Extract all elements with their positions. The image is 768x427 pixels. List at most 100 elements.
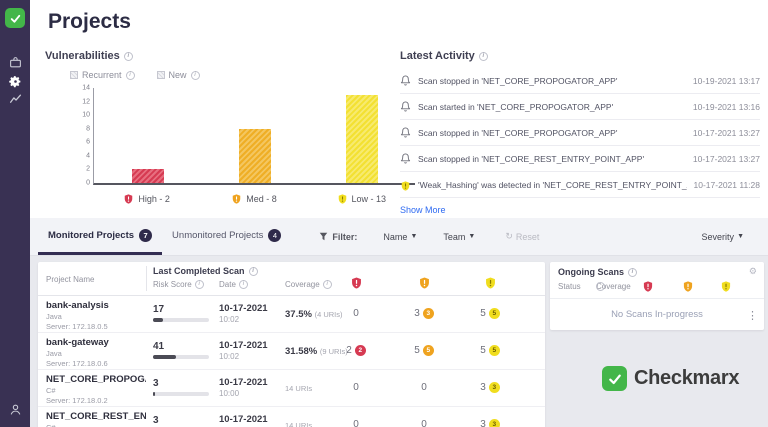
severity-badge: 3 <box>422 308 434 319</box>
y-axis-tick: 4 <box>86 152 90 160</box>
vulnerabilities-chart: 0 2 4 6 8 10 12 14 <box>82 85 415 187</box>
show-more-link[interactable]: Show More <box>400 205 446 215</box>
checkmarx-logo-icon[interactable] <box>5 8 25 28</box>
high-severity-shield-icon <box>350 276 363 290</box>
col-date: Date i <box>219 280 248 289</box>
vulnerabilities-panel: Vulnerabilities i Recurrent i New i 0 2 4 6 8 10 1… <box>45 50 415 215</box>
y-axis-tick: 2 <box>86 165 90 173</box>
col-risk-score: Risk Score i <box>153 280 204 289</box>
date-cell: 10-17-202109:59 <box>219 414 268 427</box>
legend-swatch <box>156 71 165 79</box>
user-icon[interactable] <box>8 402 22 416</box>
tab-unmonitored-projects[interactable]: Unmonitored Projects 4 <box>162 218 291 255</box>
medium-severity-shield-icon <box>682 280 694 293</box>
y-axis-tick: 0 <box>86 179 90 187</box>
info-icon[interactable]: i <box>478 51 488 61</box>
info-icon[interactable]: i <box>628 267 638 277</box>
info-icon[interactable]: i <box>194 280 204 289</box>
y-axis-tick: 14 <box>82 84 90 92</box>
table-header: Project Name Last Completed Scan i Risk S… <box>38 262 545 296</box>
medium-count-cell: 55 <box>402 345 446 356</box>
table-row[interactable]: bank-gateway Java Server: 172.18.0.6 41 … <box>38 333 545 370</box>
activity-item: Scan started in 'NET_CORE_PROPOGATOR_APP… <box>400 94 760 120</box>
high-severity-shield-icon <box>123 193 134 205</box>
severity-badge: 5 <box>422 345 434 356</box>
project-name-cell: NET_CORE_PROPOGATOR_APP C# Server: 172.1… <box>46 374 146 405</box>
info-icon[interactable]: i <box>123 51 133 61</box>
info-icon[interactable]: i <box>238 280 248 289</box>
project-name-cell: NET_CORE_REST_ENTRY_POI... C# Server: 17… <box>46 411 146 427</box>
chart-bars <box>94 88 415 183</box>
reset-button[interactable]: ↻ Reset <box>505 231 539 242</box>
panel-options-icon[interactable]: ⚙ <box>749 266 757 277</box>
low-severity-shield-icon <box>720 280 732 293</box>
legend-swatch <box>70 71 78 79</box>
date-cell: 10-17-2021 10:00 <box>219 377 268 398</box>
date-cell: 10-17-2021 10:02 <box>219 340 268 361</box>
coverage-cell: 14 URIs <box>285 384 313 393</box>
bell-icon <box>400 127 411 138</box>
table-row[interactable]: NET_CORE_REST_ENTRY_POI... C# Server: 17… <box>38 407 545 427</box>
activity-time: 10-19-2021 13:16 <box>692 101 760 112</box>
severity-badge: 5 <box>488 308 500 319</box>
activity-time: 10-17-2021 13:27 <box>692 127 760 138</box>
low-count-cell: 55 <box>468 345 512 356</box>
activity-text: Scan stopped in 'NET_CORE_REST_ENTRY_POI… <box>418 153 645 164</box>
ongoing-scans-body: No Scans In-progress ⋮ <box>550 298 764 330</box>
info-icon[interactable]: i <box>322 280 332 289</box>
activity-text: 'Weak_Hashing' was detected in 'NET_CORE… <box>418 179 687 190</box>
table-row[interactable]: NET_CORE_PROPOGATOR_APP C# Server: 172.1… <box>38 370 545 407</box>
activity-time: 10-19-2021 13:17 <box>692 75 760 86</box>
low-count-cell: 55 <box>468 308 512 319</box>
high-severity-shield-icon <box>642 280 654 293</box>
activity-time: 10-17-2021 11:28 <box>693 179 760 190</box>
chevron-down-icon: ▼ <box>737 233 744 240</box>
activity-text: Scan stopped in 'NET_CORE_PROPOGATOR_APP… <box>418 75 618 86</box>
checkmarx-logo-icon <box>602 366 627 391</box>
table-body: bank-analysis Java Server: 172.18.0.5 17… <box>38 296 545 427</box>
vulnerabilities-title: Vulnerabilities i <box>45 50 395 62</box>
low-severity-shield-icon <box>484 276 497 290</box>
checkmarx-branding: Checkmarx <box>602 366 739 391</box>
col-project-name: Project Name <box>46 275 95 284</box>
high-count-cell: 0 <box>353 419 359 427</box>
chart-bar-low <box>345 94 378 183</box>
bell-icon <box>400 75 411 86</box>
team-dropdown[interactable]: Team ▼ <box>443 232 475 242</box>
latest-activity-title: Latest Activity i <box>400 50 760 62</box>
low-severity-shield-icon <box>400 179 411 191</box>
info-icon[interactable]: i <box>125 70 135 80</box>
severity-badge: 2 <box>354 345 366 356</box>
legend-checkbox-new[interactable]: New i <box>156 70 200 80</box>
name-dropdown[interactable]: Name ▼ <box>383 232 417 242</box>
col-coverage: Coverage i <box>285 280 332 289</box>
risk-score-cell: 3 <box>153 378 213 396</box>
legend-label: New <box>168 70 187 80</box>
tab-label: Monitored Projects <box>48 229 135 241</box>
activity-item: Scan stopped in 'NET_CORE_PROPOGATOR_APP… <box>400 120 760 146</box>
info-icon[interactable]: i <box>596 282 605 291</box>
severity-badge: 3 <box>488 382 500 393</box>
info-icon[interactable]: i <box>190 70 200 80</box>
ongoing-scans-header: Status Coverage i <box>550 280 764 296</box>
reset-icon: ↻ <box>505 231 513 241</box>
activity-item: Scan stopped in 'NET_CORE_PROPOGATOR_APP… <box>400 68 760 94</box>
date-cell: 10-17-2021 10:02 <box>219 303 268 324</box>
tab-monitored-projects[interactable]: Monitored Projects 7 <box>38 218 163 255</box>
risk-bar <box>153 355 209 359</box>
severity-dropdown[interactable]: Severity ▼ <box>702 232 744 242</box>
legend-checkbox-recurrent[interactable]: Recurrent i <box>70 70 135 80</box>
kebab-menu-icon[interactable]: ⋮ <box>747 309 758 322</box>
briefcase-icon[interactable] <box>8 55 22 69</box>
risk-bar <box>153 318 209 322</box>
tab-badge: 7 <box>139 228 153 242</box>
high-count-cell: 0 <box>353 308 359 319</box>
info-icon[interactable]: i <box>248 266 258 276</box>
sidebar <box>0 0 30 427</box>
gear-icon[interactable] <box>8 74 22 88</box>
risk-score-cell: 17 <box>153 304 213 322</box>
bell-icon <box>400 101 411 112</box>
analytics-icon[interactable] <box>8 92 22 106</box>
table-row[interactable]: bank-analysis Java Server: 172.18.0.5 17… <box>38 296 545 333</box>
activity-list: Scan stopped in 'NET_CORE_PROPOGATOR_APP… <box>400 68 760 198</box>
